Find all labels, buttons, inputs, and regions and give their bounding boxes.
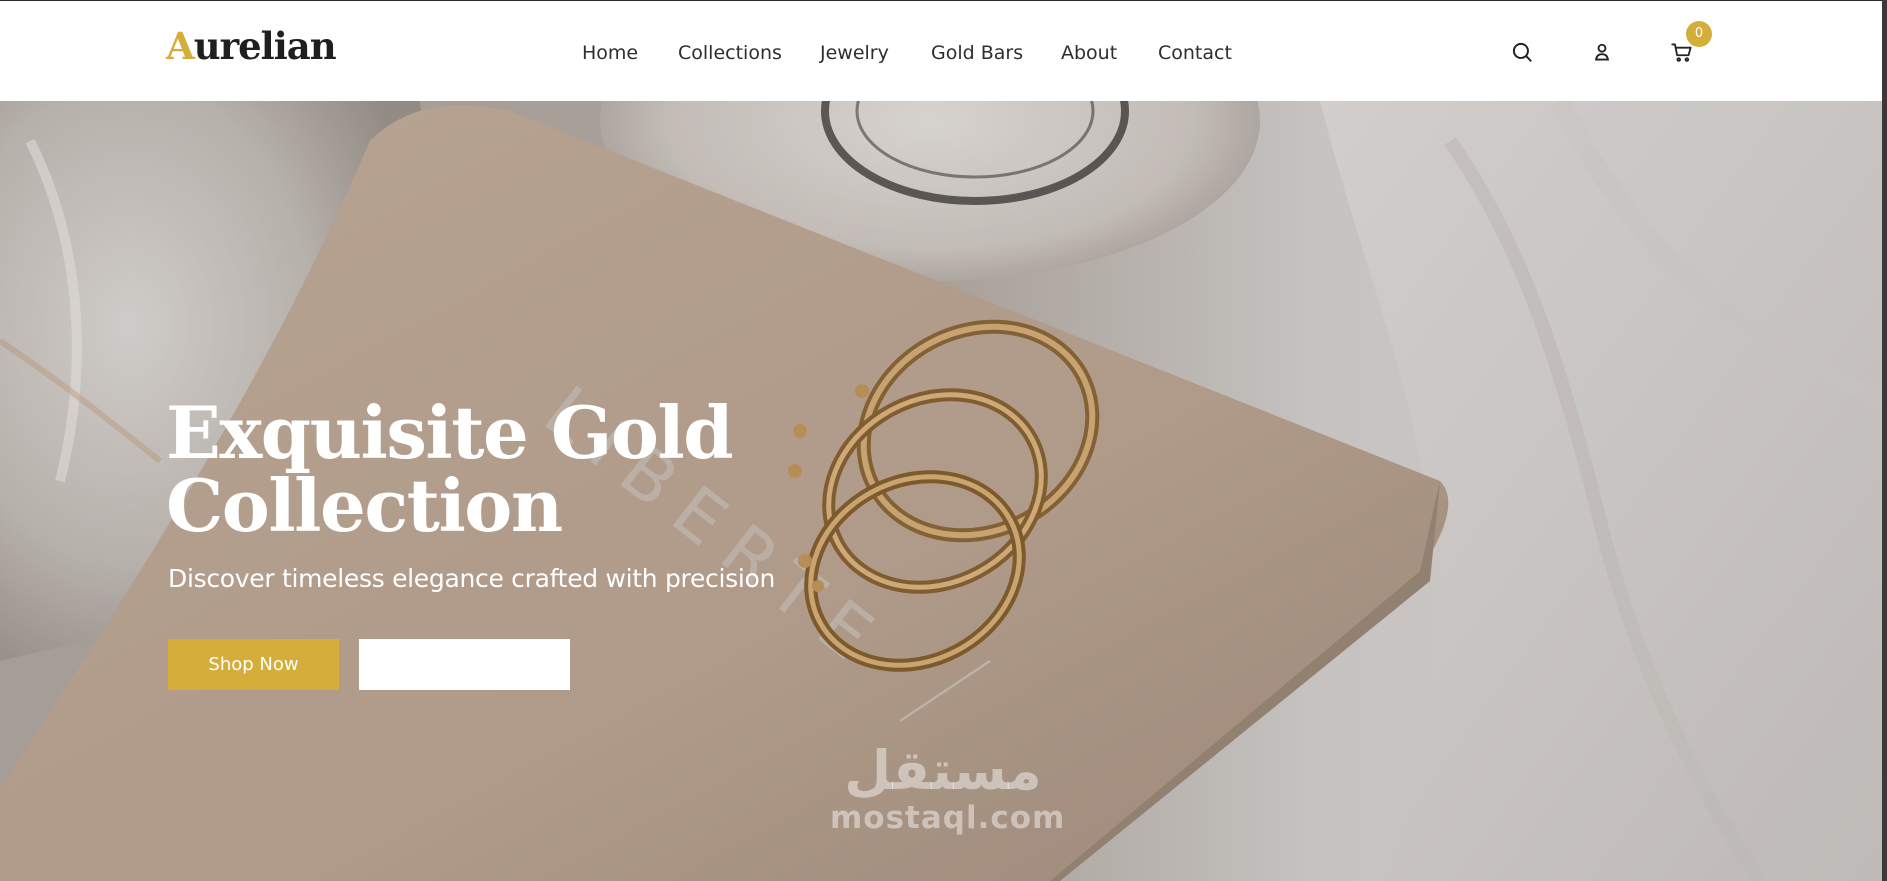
nav-link-contact[interactable]: Contact: [1158, 41, 1232, 65]
watermark-arabic: مستقل: [844, 739, 1042, 802]
nav-link-about[interactable]: About: [1061, 41, 1117, 65]
watermark-latin: mostaql.com: [830, 800, 1066, 836]
logo-initial: A: [166, 24, 195, 68]
nav-link-gold-bars[interactable]: Gold Bars: [931, 41, 1023, 65]
hero-title: Exquisite Gold Collection: [166, 396, 806, 542]
hero-subtitle: Discover timeless elegance crafted with …: [168, 564, 776, 593]
user-icon[interactable]: [1589, 39, 1615, 65]
page-scrollbar[interactable]: [1882, 0, 1887, 881]
hero-title-line-2: Collection: [166, 463, 563, 548]
secondary-cta-button[interactable]: [359, 639, 570, 690]
cart-count-badge: 0: [1686, 21, 1712, 47]
site-header: Aurelian Home Collections Jewelry Gold B…: [0, 0, 1887, 101]
hero-section: LIBERTE Exquisite Gold Collection Discov…: [0, 101, 1887, 881]
brand-logo[interactable]: Aurelian: [166, 28, 337, 65]
shop-now-button[interactable]: Shop Now: [168, 639, 339, 690]
nav-link-jewelry[interactable]: Jewelry: [820, 41, 889, 65]
logo-wordmark: urelian: [193, 24, 337, 68]
search-icon[interactable]: [1509, 39, 1535, 65]
nav-link-collections[interactable]: Collections: [678, 41, 782, 65]
page: Aurelian Home Collections Jewelry Gold B…: [0, 0, 1887, 881]
watermark: مستقل mostaql.com: [830, 739, 1066, 836]
nav-link-home[interactable]: Home: [582, 41, 638, 65]
